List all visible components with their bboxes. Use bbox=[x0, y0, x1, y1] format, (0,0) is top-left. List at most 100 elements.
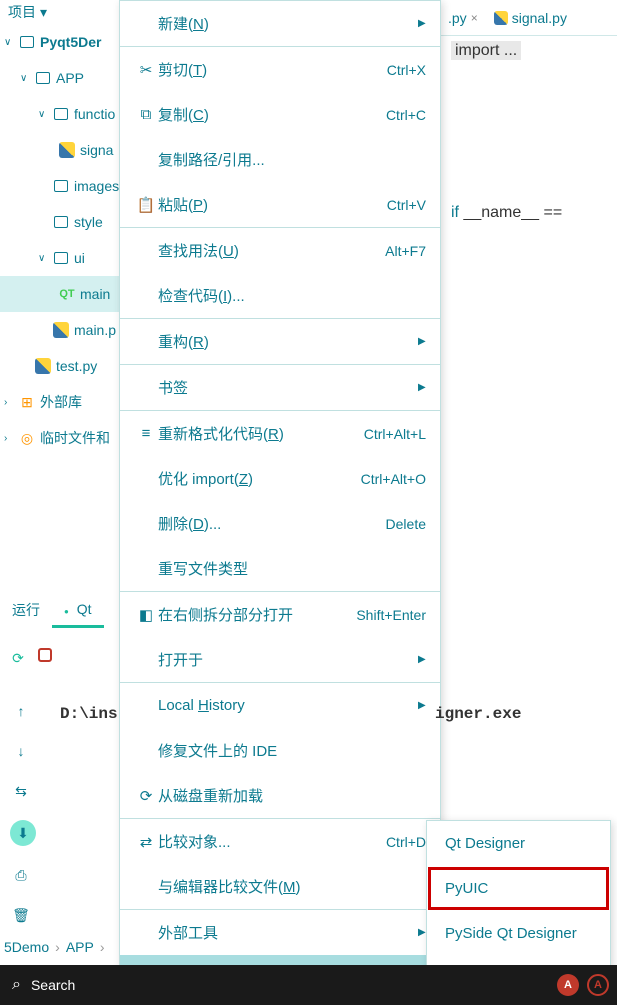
expand-icon[interactable]: ∨ bbox=[38, 253, 52, 264]
breadcrumb-item[interactable]: 5Demo bbox=[4, 939, 49, 955]
menu-reload-disk[interactable]: ⟳ 从磁盘重新加载 bbox=[120, 773, 440, 818]
library-icon: ⊞ bbox=[18, 394, 36, 411]
tree-label: functio bbox=[74, 106, 115, 122]
download-icon[interactable]: ⬇ bbox=[10, 820, 36, 846]
menu-external-tools-cn[interactable]: 外部工具 ▶ bbox=[120, 910, 440, 955]
menu-refactor[interactable]: 重构(R) ▶ bbox=[120, 319, 440, 364]
menu-repair-ide[interactable]: 修复文件上的 IDE bbox=[120, 728, 440, 773]
shortcut: Ctrl+D bbox=[386, 834, 426, 850]
search-icon[interactable]: ⌕ bbox=[12, 976, 21, 994]
menu-local-history[interactable]: Local History ▶ bbox=[120, 683, 440, 728]
tree-signal-py[interactable]: signa bbox=[0, 132, 120, 168]
editor-tabs: .py × signal.py bbox=[440, 0, 617, 36]
menu-compare[interactable]: ⇄ 比较对象... Ctrl+D bbox=[120, 819, 440, 864]
shortcut: Delete bbox=[386, 516, 426, 532]
tab-label: .py bbox=[448, 10, 467, 26]
python-icon bbox=[58, 142, 76, 158]
import-fold[interactable]: import ... bbox=[451, 41, 521, 60]
menu-delete[interactable]: 删除(D)... Delete bbox=[120, 501, 440, 546]
folder-icon bbox=[52, 108, 70, 120]
tree-app[interactable]: ∨ APP bbox=[0, 60, 120, 96]
python-icon bbox=[52, 322, 70, 338]
python-icon bbox=[494, 11, 508, 25]
tree-label: main bbox=[80, 286, 110, 302]
run-tab[interactable]: 运行 bbox=[0, 592, 52, 628]
menu-compare-editor[interactable]: 与编辑器比较文件(M) bbox=[120, 864, 440, 909]
close-icon[interactable]: × bbox=[471, 11, 478, 25]
submenu-pyuic[interactable]: PyUIC bbox=[427, 866, 610, 911]
menu-override-filetype[interactable]: 重写文件类型 bbox=[120, 546, 440, 591]
menu-copy-path[interactable]: 复制路径/引用... bbox=[120, 137, 440, 182]
menu-cut[interactable]: ✂ 剪切(T) Ctrl+X bbox=[120, 47, 440, 92]
chevron-right-icon: › bbox=[55, 939, 60, 955]
submenu-arrow-icon: ▶ bbox=[418, 927, 426, 938]
expand-icon[interactable]: ∨ bbox=[20, 73, 34, 84]
submenu-arrow-icon: ▶ bbox=[418, 700, 426, 711]
tree-label: main.p bbox=[74, 322, 116, 338]
tree-main-py[interactable]: main.p bbox=[0, 312, 120, 348]
print-icon[interactable]: ⎙ bbox=[10, 864, 32, 886]
submenu-arrow-icon: ▶ bbox=[418, 336, 426, 347]
qt-icon: QT bbox=[58, 288, 76, 300]
submenu-arrow-icon: ▶ bbox=[418, 18, 426, 29]
tree-label: style bbox=[74, 214, 103, 230]
tree-test-py[interactable]: test.py bbox=[0, 348, 120, 384]
run-side-buttons: ↑ ↓ ⇆ ⬇ ⎙ 🗑 bbox=[10, 700, 36, 926]
editor-tab-2[interactable]: signal.py bbox=[486, 0, 575, 35]
tree-label: Pyqt5Der bbox=[40, 34, 101, 50]
menu-bookmarks[interactable]: 书签 ▶ bbox=[120, 365, 440, 410]
menu-split-right[interactable]: ◧ 在右侧拆分部分打开 Shift+Enter bbox=[120, 592, 440, 637]
stop-icon[interactable] bbox=[38, 648, 52, 662]
terminal-output-left: D:\ins bbox=[60, 705, 118, 723]
expand-icon[interactable]: › bbox=[4, 397, 18, 408]
submenu-qt-designer[interactable]: Qt Designer bbox=[427, 821, 610, 866]
project-tree: ∨ Pyqt5Der ∨ APP ∨ functio signa images … bbox=[0, 24, 120, 574]
rerun-icon[interactable]: ⟳ bbox=[8, 648, 28, 668]
menu-new[interactable]: 新建(N) ▶ bbox=[120, 1, 440, 46]
menu-copy[interactable]: ⧉ 复制(C) Ctrl+C bbox=[120, 92, 440, 137]
tree-images[interactable]: images bbox=[0, 168, 120, 204]
down-arrow-icon[interactable]: ↓ bbox=[10, 740, 32, 762]
tree-external-libs[interactable]: › ⊞ 外部库 bbox=[0, 384, 120, 420]
tree-label: signa bbox=[80, 142, 113, 158]
menu-inspect[interactable]: 检查代码(I)... bbox=[120, 273, 440, 318]
expand-icon[interactable]: ∨ bbox=[4, 37, 18, 48]
qt-tab[interactable]: Qt bbox=[52, 593, 104, 628]
menu-paste[interactable]: 📋 粘贴(P) Ctrl+V bbox=[120, 182, 440, 227]
shortcut: Shift+Enter bbox=[356, 607, 426, 623]
tree-main-ui[interactable]: QT main bbox=[0, 276, 120, 312]
folder-icon bbox=[18, 36, 36, 48]
expand-icon[interactable]: › bbox=[4, 433, 18, 444]
menu-open-in[interactable]: 打开于 ▶ bbox=[120, 637, 440, 682]
tree-root[interactable]: ∨ Pyqt5Der bbox=[0, 24, 120, 60]
paste-icon: 📋 bbox=[134, 196, 158, 214]
tree-label: test.py bbox=[56, 358, 97, 374]
run-panel: ⟳ bbox=[0, 640, 120, 688]
expand-icon[interactable]: ∨ bbox=[38, 109, 52, 120]
tray-icon[interactable]: A bbox=[557, 974, 579, 996]
compare-icon: ⇄ bbox=[134, 833, 158, 851]
project-label: 项目 bbox=[8, 2, 36, 22]
scratch-icon: ◎ bbox=[18, 430, 36, 447]
tree-functions[interactable]: ∨ functio bbox=[0, 96, 120, 132]
code-keyword: if bbox=[451, 204, 459, 221]
menu-optimize-imports[interactable]: 优化 import(Z) Ctrl+Alt+O bbox=[120, 456, 440, 501]
search-label[interactable]: Search bbox=[31, 977, 75, 993]
tree-style[interactable]: style bbox=[0, 204, 120, 240]
tray-icon[interactable]: A bbox=[587, 974, 609, 996]
context-menu: 新建(N) ▶ ✂ 剪切(T) Ctrl+X ⧉ 复制(C) Ctrl+C 复制… bbox=[119, 0, 441, 1001]
submenu-pyside-designer[interactable]: PySide Qt Designer bbox=[427, 911, 610, 956]
breadcrumb-item[interactable]: APP bbox=[66, 939, 94, 955]
menu-find-usages[interactable]: 查找用法(U) Alt+F7 bbox=[120, 228, 440, 273]
shortcut: Ctrl+Alt+L bbox=[364, 426, 426, 442]
trash-icon[interactable]: 🗑 bbox=[10, 904, 32, 926]
tree-temp-files[interactable]: › ◎ 临时文件和 bbox=[0, 420, 120, 456]
wrap-icon[interactable]: ⇆ bbox=[10, 780, 32, 802]
up-arrow-icon[interactable]: ↑ bbox=[10, 700, 32, 722]
chevron-down-icon: ▾ bbox=[40, 4, 47, 21]
menu-reformat[interactable]: ≡ 重新格式化代码(R) Ctrl+Alt+L bbox=[120, 411, 440, 456]
editor-tab-1[interactable]: .py × bbox=[440, 0, 486, 35]
code-editor[interactable]: import ... if __name__ == bbox=[445, 40, 617, 224]
tree-ui[interactable]: ∨ ui bbox=[0, 240, 120, 276]
submenu-arrow-icon: ▶ bbox=[418, 654, 426, 665]
